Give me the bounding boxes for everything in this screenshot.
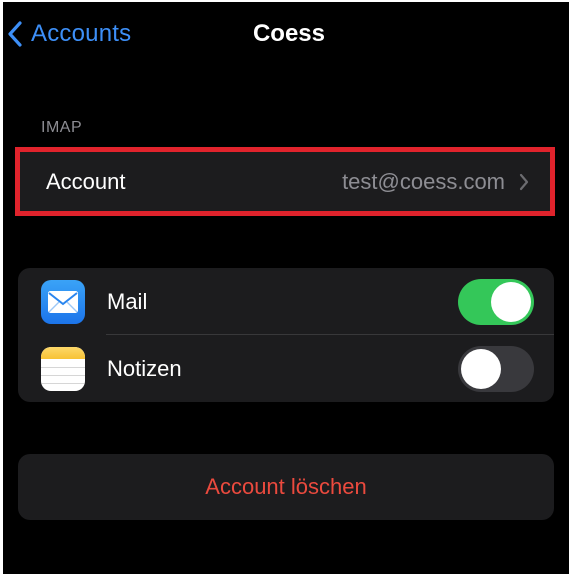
- delete-account-button[interactable]: Account löschen: [18, 454, 554, 520]
- account-row[interactable]: Account test@coess.com: [25, 157, 545, 206]
- notes-toggle[interactable]: [458, 345, 534, 392]
- delete-account-label: Account löschen: [205, 474, 367, 499]
- app-toggles-group: Mail Notizen: [18, 268, 554, 402]
- notes-label: Notizen: [107, 355, 182, 381]
- mail-label: Mail: [107, 288, 148, 314]
- page-title: Coess: [252, 20, 326, 47]
- mail-toggle[interactable]: [458, 278, 534, 325]
- mail-envelope-icon: [41, 279, 85, 324]
- list-item-notes: Notizen: [18, 335, 554, 402]
- toggle-knob: [491, 281, 531, 322]
- section-header-imap: IMAP: [41, 119, 83, 136]
- account-highlight-frame: Account test@coess.com: [15, 147, 555, 216]
- list-item-mail: Mail: [18, 268, 554, 335]
- notes-icon: [41, 346, 85, 391]
- account-row-label: Account: [46, 168, 126, 194]
- chevron-right-icon: [519, 173, 529, 191]
- toggle-knob: [461, 348, 501, 389]
- settings-screen: Accounts Coess IMAP Account test@coess.c…: [3, 2, 569, 574]
- account-email-value: test@coess.com: [342, 168, 505, 194]
